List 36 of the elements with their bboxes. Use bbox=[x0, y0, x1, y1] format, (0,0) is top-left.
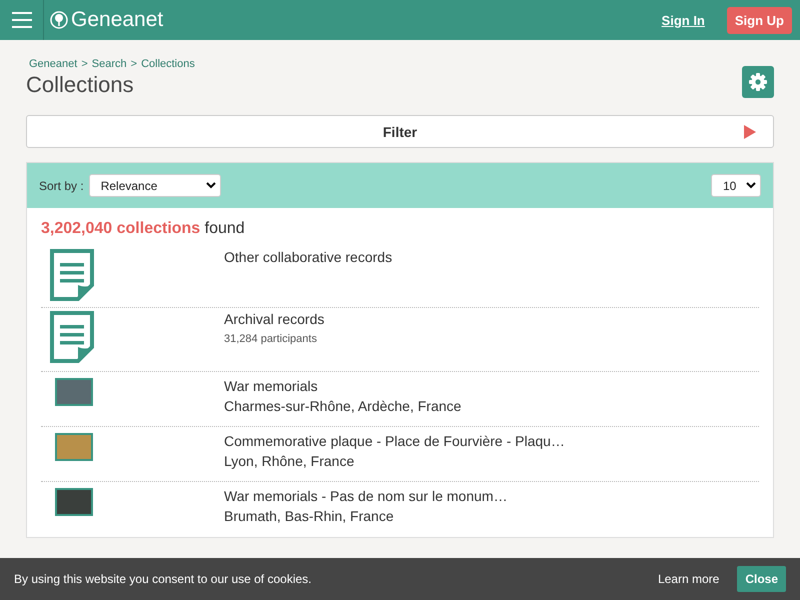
breadcrumb-link[interactable]: Search bbox=[92, 58, 127, 70]
breadcrumb-separator: > bbox=[81, 58, 88, 70]
photo-placeholder[interactable] bbox=[55, 488, 93, 516]
photo-placeholder[interactable] bbox=[55, 378, 93, 406]
collection-title[interactable]: Other collaborative records bbox=[224, 249, 392, 265]
participants-count: 31,284 participants bbox=[224, 333, 318, 345]
menu-icon bbox=[12, 12, 32, 28]
collection-title[interactable]: War memorials - Pas de nom sur le monum… bbox=[224, 488, 508, 504]
sign-in-link[interactable]: Sign In bbox=[662, 12, 705, 28]
logo-text[interactable]: Geneanet bbox=[71, 8, 164, 32]
sort-label: Sort by : bbox=[39, 178, 84, 192]
collection-place: Lyon, Rhône, France bbox=[224, 453, 356, 469]
breadcrumb-link[interactable]: Collections bbox=[141, 58, 195, 70]
per-page-select[interactable]: 10 bbox=[711, 174, 761, 197]
chevron-down-icon bbox=[746, 182, 756, 189]
settings-icon bbox=[749, 73, 767, 91]
cookie-message: By using this website you consent to our use of cookies. bbox=[14, 572, 312, 586]
collection-place: Charmes-sur-Rhône, Ardèche, France bbox=[224, 398, 462, 414]
tree-logo-icon bbox=[50, 11, 68, 29]
results-count: 3,202,040 collections found bbox=[41, 220, 246, 238]
breadcrumb-separator: > bbox=[130, 58, 138, 70]
page-title: Collections bbox=[26, 72, 134, 98]
collection-title[interactable]: Commemorative plaque - Place de Fourvière - Plaqu… bbox=[224, 433, 565, 449]
collection-place: Brumath, Bas-Rhin, France bbox=[224, 508, 395, 524]
close-button[interactable]: Close bbox=[737, 566, 786, 592]
caret-icon bbox=[744, 125, 756, 139]
breadcrumb-link[interactable]: Geneanet bbox=[29, 58, 78, 70]
document-icon bbox=[50, 311, 94, 363]
learn-more-link[interactable]: Learn more bbox=[658, 572, 720, 586]
collection-title[interactable]: War memorials bbox=[224, 378, 462, 394]
sort-select[interactable]: Relevance bbox=[88, 174, 221, 197]
chevron-down-icon bbox=[206, 182, 216, 189]
filter-toggle[interactable]: Filter bbox=[26, 115, 774, 148]
collection-title[interactable]: Archival records bbox=[224, 311, 324, 327]
settings-button[interactable] bbox=[742, 66, 774, 98]
document-icon bbox=[50, 249, 94, 301]
